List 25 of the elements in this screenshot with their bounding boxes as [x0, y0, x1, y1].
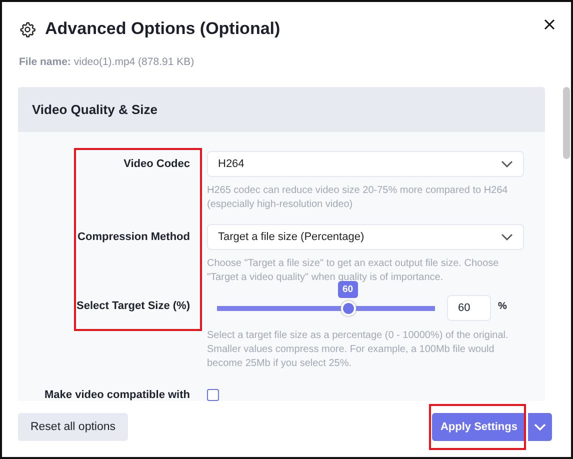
chevron-down-icon [501, 160, 513, 168]
dropdown[interactable]: Target a file size (Percentage) [207, 224, 524, 250]
file-info: File name: video(1).mp4 (878.91 KB) [18, 56, 196, 70]
settings-icon [19, 20, 36, 38]
field-label: Select Target Size (%) [76, 299, 190, 314]
close-button[interactable] [544, 18, 555, 30]
reset-button[interactable]: Reset all options [18, 413, 128, 441]
dropdown-button[interactable] [528, 413, 552, 441]
unit-label: % [498, 300, 507, 312]
section-title: Video Quality & Size [18, 87, 545, 132]
dialog-title: Advanced Options (Optional) [45, 19, 282, 39]
help-text: H265 codec can reduce video size 20-75% more compared to H264 (especially high-resolution video) [207, 184, 509, 212]
dropdown[interactable]: H264 [207, 151, 524, 177]
apply-button[interactable]: Apply Settings [432, 413, 526, 441]
chevron-down-icon [534, 423, 546, 431]
field-label: Compression Method [76, 230, 190, 245]
field-label: Make video compatible with [44, 389, 190, 401]
scrollbar[interactable] [563, 87, 570, 159]
slider-thumb[interactable] [340, 301, 356, 316]
number-field[interactable]: 60 [447, 295, 491, 321]
field-label: Video Codec [122, 157, 190, 172]
chevron-down-icon [501, 233, 513, 241]
checkbox[interactable] [207, 389, 219, 401]
help-text: Select a target file size as a percentage (0 - 10000%) of the original. Smaller values compress more. For example, a 100Mb file would become 25Mb if you select 25%. [207, 329, 510, 371]
value-tooltip: 60 [338, 281, 358, 298]
